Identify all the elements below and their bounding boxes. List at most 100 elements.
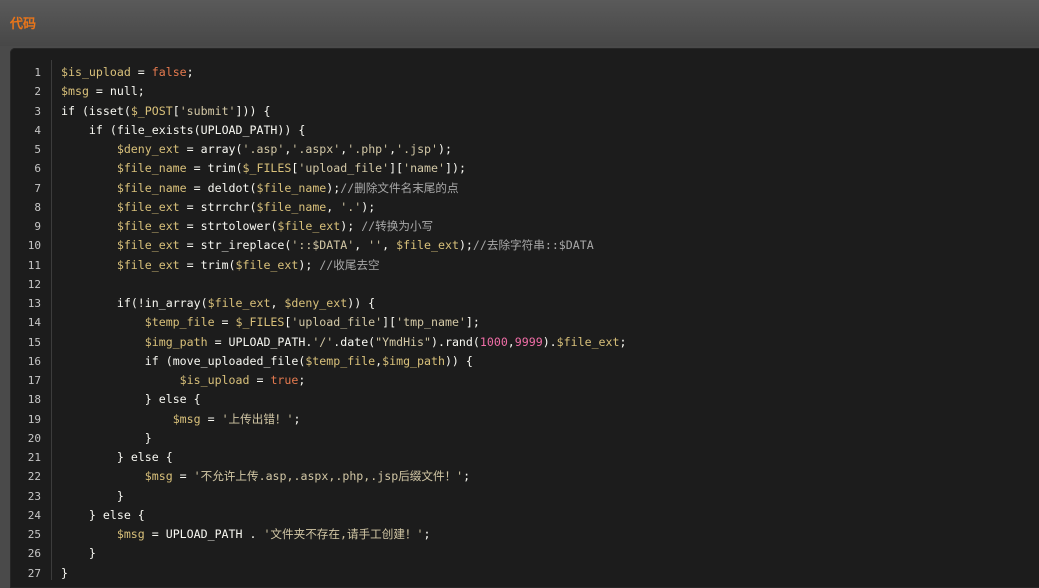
- code-token: '.': [340, 199, 362, 214]
- code-token: (: [235, 161, 243, 176]
- code-token: }: [61, 392, 159, 407]
- code-token: '.jsp': [396, 142, 439, 156]
- code-token: $file_ext: [396, 238, 459, 253]
- code-token: UPLOAD_PATH: [200, 122, 278, 137]
- code-token: ;: [293, 411, 301, 426]
- code-token: ;: [186, 65, 194, 79]
- line-number: 3: [34, 104, 41, 118]
- code-text: $is_upload = false;: [61, 63, 194, 82]
- code-line: 23 }: [10, 487, 1039, 506]
- code-token: UPLOAD_PATH: [228, 334, 306, 349]
- line-number: 4: [34, 123, 41, 137]
- code-token: ,: [354, 238, 369, 253]
- code-token: in_array: [144, 296, 201, 310]
- code-token: $_FILES: [242, 161, 292, 176]
- code-token: ]);: [444, 161, 466, 176]
- code-text: } else {: [61, 448, 173, 467]
- code-token: 'name': [403, 161, 445, 176]
- code-token: date: [340, 334, 369, 349]
- code-token: "YmdHis": [375, 334, 431, 349]
- code-token: =: [179, 238, 201, 253]
- code-token: =: [179, 219, 201, 233]
- code-line: 16 if (move_uploaded_file($temp_file,$im…: [10, 352, 1039, 371]
- line-number: 9: [34, 220, 41, 233]
- code-line: 11 $file_ext = trim($file_ext); //收尾去空: [10, 256, 1039, 275]
- code-token: $file_ext: [556, 334, 620, 349]
- code-token: $_POST: [130, 103, 173, 118]
- code-token: ];: [465, 315, 480, 330]
- code-token: =: [200, 411, 222, 426]
- code-token: ])) {: [235, 103, 271, 118]
- code-line: 9 $file_ext = strtolower($file_ext); //转…: [10, 217, 1039, 236]
- code-line: 8 $file_ext = strrchr($file_name, '.');: [10, 198, 1039, 217]
- code-token: 9999: [514, 334, 543, 349]
- code-token: //转换为小写: [361, 219, 434, 233]
- code-token: =: [172, 469, 194, 484]
- code-token: //收尾去空: [319, 257, 380, 272]
- code-token: if: [144, 353, 159, 368]
- code-line: 19 $msg = '上传出错！';: [10, 410, 1039, 429]
- line-number: 11: [27, 258, 41, 272]
- line-number: 13: [27, 297, 41, 310]
- code-token: );: [361, 199, 376, 214]
- code-token: $msg: [61, 84, 89, 99]
- code-token: =: [207, 334, 229, 349]
- code-token: true: [270, 373, 299, 387]
- code-token: strrchr: [200, 199, 250, 214]
- code-line: 6 $file_name = trim($_FILES['upload_file…: [10, 159, 1039, 178]
- code-token: =: [186, 180, 208, 195]
- code-token: $msg: [116, 527, 145, 541]
- code-token: 'tmp_name': [396, 315, 466, 330]
- code-token: $file_ext: [277, 219, 341, 233]
- code-token: (: [472, 334, 480, 349]
- code-token: 1000: [479, 334, 508, 349]
- code-line: 7 $file_name = deldot($file_name);//删除文件…: [10, 179, 1039, 198]
- code-text: if (file_exists(UPLOAD_PATH)) {: [61, 121, 305, 140]
- code-token: deldot: [207, 180, 250, 195]
- code-token: $file_ext: [116, 257, 180, 272]
- code-token: =: [214, 315, 236, 330]
- code-token: }: [61, 430, 152, 445]
- code-token: $msg: [144, 469, 173, 484]
- code-token: rand: [444, 334, 473, 349]
- code-token: $file_ext: [116, 219, 180, 233]
- code-token: ][: [382, 315, 397, 330]
- code-token: '/': [312, 334, 334, 349]
- code-token: 'upload_file': [298, 161, 390, 176]
- code-token: );: [438, 142, 452, 156]
- code-token: $deny_ext: [284, 296, 348, 310]
- code-token: UPLOAD_PATH: [165, 527, 243, 541]
- code-token: }: [61, 488, 124, 503]
- line-number: 25: [27, 528, 41, 541]
- code-token: $file_name: [116, 161, 187, 176]
- code-token: else: [130, 450, 159, 464]
- code-token: '.php': [347, 142, 390, 156]
- line-number: 16: [27, 354, 41, 368]
- code-token: ;: [619, 334, 627, 349]
- code-token: }: [61, 507, 103, 522]
- line-number: 10: [27, 239, 41, 253]
- code-line: 20 }: [10, 429, 1039, 448]
- code-text: $msg = '上传出错！';: [61, 410, 301, 429]
- code-token: $file_ext: [207, 296, 271, 310]
- code-token: )) {: [277, 122, 306, 137]
- code-token: //删除文件名末尾的点: [340, 180, 459, 195]
- code-block: 1 $is_upload = false; 2 $msg = null; 3 if (is…: [10, 63, 1039, 583]
- code-text: }: [61, 564, 68, 583]
- line-number: 19: [27, 412, 41, 426]
- code-token: $_FILES: [235, 315, 285, 330]
- code-token: false: [151, 65, 187, 79]
- code-token: ).: [542, 334, 557, 349]
- code-token: );: [326, 180, 341, 195]
- code-token: {: [158, 450, 173, 464]
- code-token: if: [116, 296, 131, 310]
- code-text: if (isset($_POST['submit'])) {: [61, 102, 270, 121]
